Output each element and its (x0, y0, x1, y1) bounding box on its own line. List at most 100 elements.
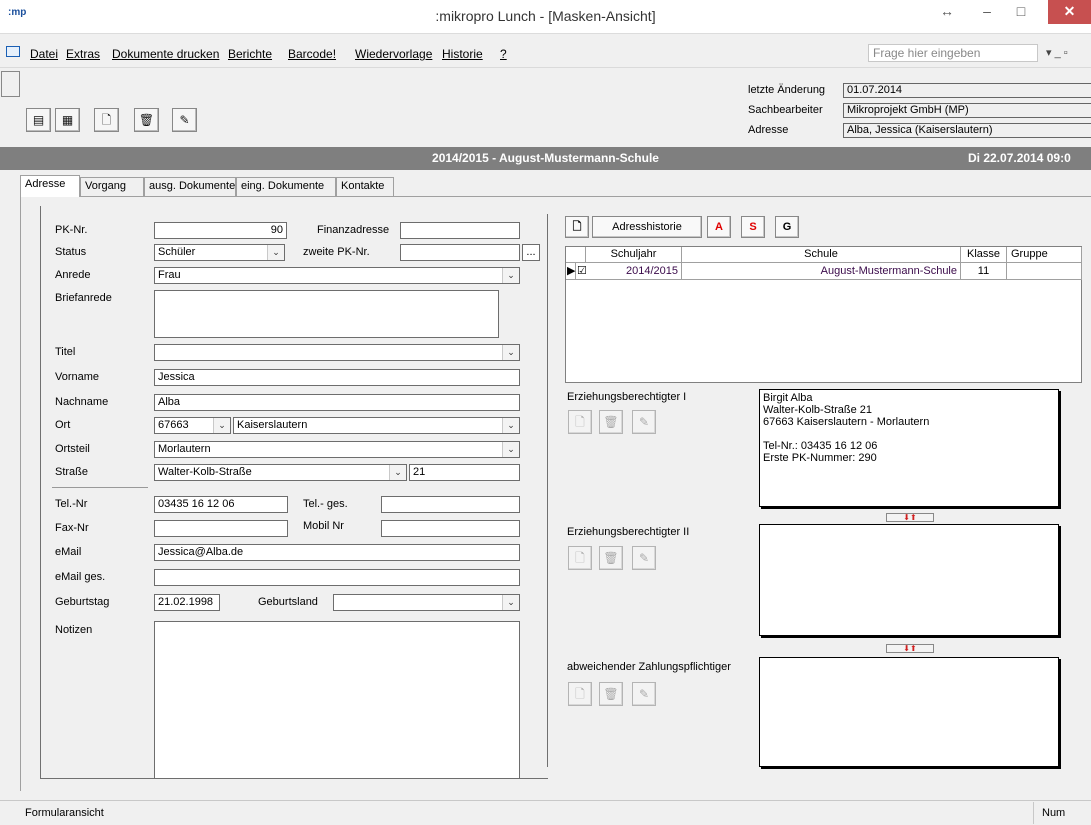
menu-datei[interactable]: Datei (30, 47, 58, 61)
mobile-field[interactable] (381, 520, 520, 537)
zip-select[interactable]: 67663 ⌄ (154, 417, 231, 434)
letter-salutation-field[interactable] (154, 290, 499, 338)
menu-barcode[interactable]: Barcode! (288, 47, 336, 61)
tab-ausg-dokumente[interactable]: ausg. Dokumente (144, 177, 236, 196)
menu-extras[interactable]: Extras (66, 47, 100, 61)
chevron-down-icon[interactable]: ⌄ (502, 268, 519, 283)
close-button[interactable]: ✕ (1048, 0, 1091, 24)
menu-dokumente-drucken[interactable]: Dokumente drucken (112, 47, 219, 61)
tab-adresse[interactable]: Adresse (20, 175, 80, 197)
street-select[interactable]: Walter-Kolb-Straße ⌄ (154, 464, 407, 481)
row-selector-icon[interactable]: ▶ (566, 263, 576, 280)
fax-field[interactable] (154, 520, 288, 537)
help-search-input[interactable]: Frage hier eingeben (868, 44, 1038, 62)
tab-kontakte[interactable]: Kontakte (336, 177, 394, 196)
grid-header-gruppe[interactable]: Gruppe (1007, 247, 1082, 263)
title-select[interactable]: ⌄ (154, 344, 520, 361)
g-button[interactable]: G (775, 216, 799, 238)
title-label: Titel (55, 346, 76, 358)
chevron-down-icon[interactable]: ⌄ (502, 345, 519, 360)
chevron-down-icon[interactable]: ⌄ (213, 418, 230, 433)
lastname-field[interactable]: Alba (154, 394, 520, 411)
payer-memo[interactable] (759, 657, 1059, 767)
row-checkbox[interactable]: ☑ (576, 263, 590, 280)
edit-record-button[interactable]: ✎ (172, 108, 197, 132)
menu-berichte[interactable]: Berichte (228, 47, 272, 61)
mdi-controls[interactable]: ▾ _ ▫ (1046, 46, 1068, 59)
a-button[interactable]: A (707, 216, 731, 238)
grid-cell-schule[interactable]: August-Mustermann-Schule (682, 263, 961, 280)
payer-edit-icon[interactable]: ✎ (632, 682, 656, 706)
grid-header-klasse[interactable]: Klasse (961, 247, 1007, 263)
tab-eing-dokumente[interactable]: eing. Dokumente (236, 177, 336, 196)
form-view-button[interactable]: ▤ (26, 108, 51, 132)
second-pk-field[interactable] (400, 244, 520, 261)
grid-cell-gruppe[interactable] (1007, 263, 1082, 280)
minimize-button[interactable]: – (970, 0, 1004, 24)
mobile-label: Mobil Nr (303, 520, 344, 532)
district-select[interactable]: Morlautern ⌄ (154, 441, 520, 458)
city-select[interactable]: Kaiserslautern ⌄ (233, 417, 520, 434)
tab-vorgang[interactable]: Vorgang (80, 177, 144, 196)
guardian2-edit-icon[interactable]: ✎ (632, 546, 656, 570)
address-history-button[interactable]: Adresshistorie (592, 216, 702, 238)
phone-field[interactable]: 03435 16 12 06 (154, 496, 288, 513)
chevron-down-icon[interactable]: ⌄ (389, 465, 406, 480)
guardian1-edit-icon[interactable]: ✎ (632, 410, 656, 434)
grid-header-schuljahr[interactable]: Schuljahr (586, 247, 682, 263)
form-separator (52, 487, 148, 488)
pk-label: PK-Nr. (55, 224, 88, 236)
status-label: Status (55, 246, 87, 258)
swap-guardians-button[interactable]: ⬇⬆ (886, 513, 934, 522)
menu-wiedervorlage[interactable]: Wiedervorlage (355, 47, 432, 61)
firstname-field[interactable]: Jessica (154, 369, 520, 386)
last-change-label: letzte Änderung (748, 84, 826, 96)
menu-historie[interactable]: Historie (442, 47, 483, 61)
guardian2-memo[interactable] (759, 524, 1059, 636)
record-title: 2014/2015 - August-Mustermann-Schule (432, 151, 659, 165)
second-pk-lookup-button[interactable]: ... (522, 244, 540, 261)
new-record-button[interactable]: 🗋 (94, 108, 119, 132)
birth-country-select[interactable]: ⌄ (333, 594, 520, 611)
chevron-down-icon[interactable]: ⌄ (502, 418, 519, 433)
form-menu-icon[interactable] (6, 46, 20, 57)
chevron-down-icon[interactable]: ⌄ (267, 245, 284, 260)
city-label: Ort (55, 419, 71, 431)
resize-icon[interactable]: ↔ (930, 0, 964, 24)
title-bar: :mp :mikropro Lunch - [Masken-Ansicht] ↔… (0, 0, 1091, 34)
email-field[interactable]: Jessica@Alba.de (154, 544, 520, 561)
salutation-select[interactable]: Frau ⌄ (154, 267, 520, 284)
record-selector[interactable] (1, 71, 20, 97)
chevron-down-icon[interactable]: ⌄ (502, 442, 519, 457)
maximize-button[interactable]: □ (1004, 0, 1038, 24)
birthday-field[interactable]: 21.02.1998 (154, 594, 220, 611)
status-select[interactable]: Schüler ⌄ (154, 244, 285, 261)
notes-field[interactable] (154, 621, 520, 779)
guardian1-delete-icon[interactable]: 🗑 (599, 410, 623, 434)
address-value: Alba, Jessica (Kaiserslautern) (843, 123, 1091, 138)
guardian1-new-icon[interactable]: 🗋 (568, 410, 592, 434)
delete-record-button[interactable]: 🗑 (134, 108, 159, 132)
guardian2-delete-icon[interactable]: 🗑 (599, 546, 623, 570)
finance-address-field[interactable] (400, 222, 520, 239)
grid-header-schule[interactable]: Schule (682, 247, 961, 263)
payer-new-icon[interactable]: 🗋 (568, 682, 592, 706)
new-history-button[interactable]: 🗋 (565, 216, 589, 238)
pk-field[interactable]: 90 (154, 222, 287, 239)
swap-payer-button[interactable]: ⬇⬆ (886, 644, 934, 653)
fax-label: Fax-Nr (55, 522, 89, 534)
chevron-down-icon[interactable]: ⌄ (502, 595, 519, 610)
lastname-label: Nachname (55, 396, 109, 408)
table-view-button[interactable]: ▦ (55, 108, 80, 132)
email-business-field[interactable] (154, 569, 520, 586)
guardian2-new-icon[interactable]: 🗋 (568, 546, 592, 570)
menu-help[interactable]: ? (500, 47, 507, 61)
grid-cell-klasse[interactable]: 11 (961, 263, 1007, 280)
guardian1-memo[interactable]: Birgit Alba Walter-Kolb-Straße 21 67663 … (759, 389, 1059, 507)
grid-cell-schuljahr[interactable]: 2014/2015 (590, 263, 682, 280)
s-button[interactable]: S (741, 216, 765, 238)
house-number-field[interactable]: 21 (409, 464, 520, 481)
payer-delete-icon[interactable]: 🗑 (599, 682, 623, 706)
vertical-divider (547, 214, 548, 767)
phone-business-field[interactable] (381, 496, 520, 513)
